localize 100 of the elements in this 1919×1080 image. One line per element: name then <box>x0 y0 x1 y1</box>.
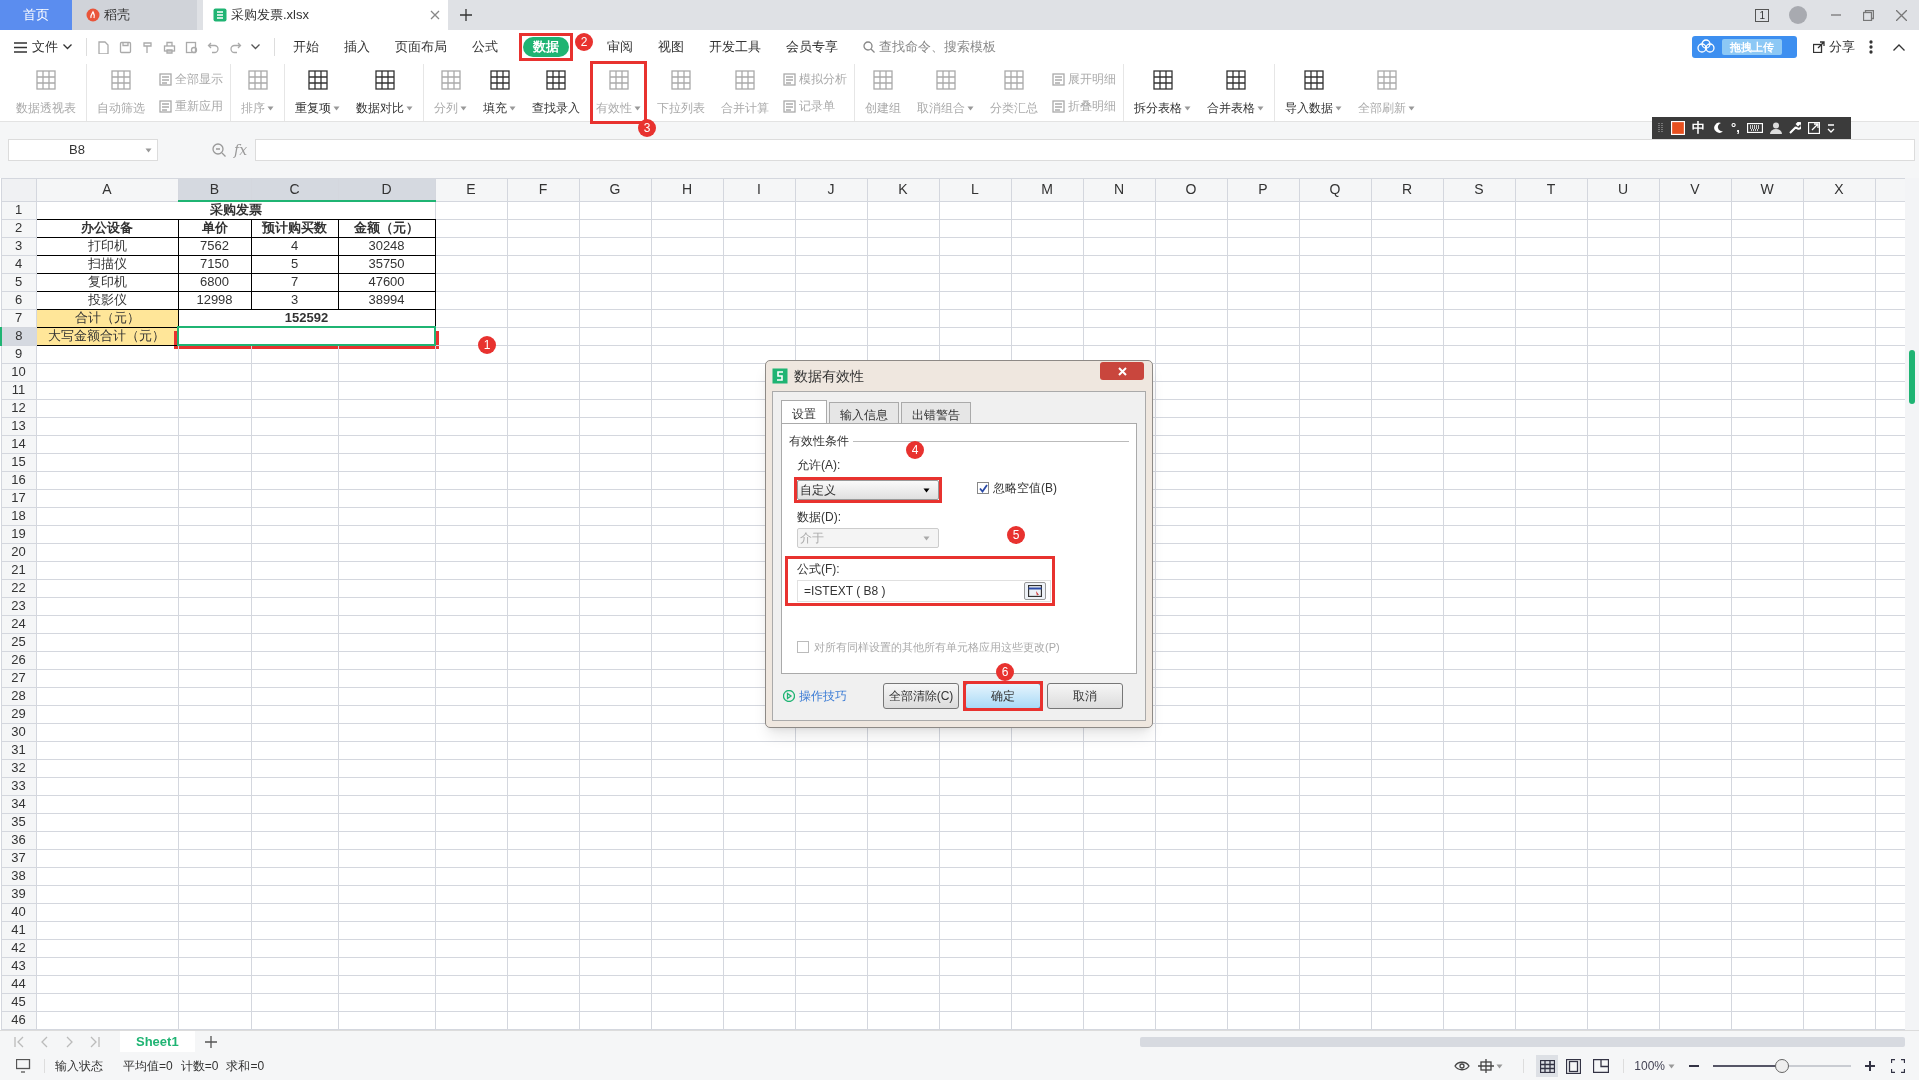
column-header[interactable]: E <box>435 178 507 201</box>
column-header[interactable]: F <box>507 178 579 201</box>
column-header[interactable]: X <box>1803 178 1875 201</box>
column-header[interactable]: R <box>1371 178 1443 201</box>
ribbon-button[interactable]: 导入数据 <box>1282 64 1345 121</box>
redo-icon[interactable] <box>229 40 242 54</box>
column-header[interactable]: H <box>651 178 723 201</box>
column-header[interactable]: V <box>1659 178 1731 201</box>
tips-link[interactable]: 操作技巧 <box>783 687 847 705</box>
dialog-tab[interactable]: 出错警告 <box>901 402 971 424</box>
column-header[interactable]: K <box>867 178 939 201</box>
normal-view-button[interactable] <box>1536 1055 1559 1077</box>
chevron-icon[interactable] <box>251 44 260 50</box>
dialog-button[interactable]: 取消 <box>1047 683 1123 709</box>
ribbon-tab[interactable]: 插入 <box>344 37 370 57</box>
avatar[interactable] <box>1789 6 1807 24</box>
dialog-tab[interactable]: 输入信息 <box>829 402 899 424</box>
column-header[interactable]: P <box>1227 178 1299 201</box>
column-header[interactable]: W <box>1731 178 1803 201</box>
column-header[interactable]: Q <box>1299 178 1371 201</box>
search-field[interactable]: 查找命令、搜索模板 <box>863 37 996 57</box>
eye-icon[interactable] <box>1454 1060 1471 1072</box>
column-header[interactable]: T <box>1515 178 1587 201</box>
column-header[interactable]: U <box>1587 178 1659 201</box>
file-icon[interactable] <box>97 40 110 54</box>
column-header[interactable]: M <box>1011 178 1083 201</box>
column-header[interactable]: O <box>1155 178 1227 201</box>
printer-icon[interactable] <box>163 40 176 54</box>
minus-icon[interactable] <box>1689 1064 1699 1068</box>
brush-icon[interactable] <box>141 40 154 54</box>
preview-icon[interactable] <box>185 40 198 54</box>
ribbon-button[interactable]: 重复项 <box>292 64 343 121</box>
ribbon-tab[interactable]: 审阅 <box>607 37 633 57</box>
close-button[interactable] <box>1100 362 1144 380</box>
ribbon-button[interactable]: 合并表格 <box>1204 64 1267 121</box>
punctuation-mode[interactable]: °, <box>1731 118 1740 138</box>
scrollbar-thumb[interactable] <box>1909 350 1915 404</box>
close-icon[interactable] <box>1896 9 1907 21</box>
formula-field[interactable]: =ISTEXT ( B8 ) <box>797 580 1051 602</box>
collapse-icon[interactable] <box>1893 43 1905 51</box>
zoom-level[interactable]: 100% <box>1634 1057 1665 1075</box>
ignore-blank-checkbox[interactable]: 忽略空值(B) <box>977 479 1057 497</box>
app-icon <box>772 368 788 384</box>
window-count-icon[interactable]: 1 <box>1755 8 1769 22</box>
document-tab[interactable]: 稻壳 <box>72 0 197 30</box>
close-icon <box>1117 366 1127 376</box>
dialog-tab[interactable]: 设置 <box>781 400 827 424</box>
column-header[interactable]: G <box>579 178 651 201</box>
ribbon-tab[interactable]: 公式 <box>472 37 498 57</box>
table-cell-text: 合计（元） <box>73 310 141 326</box>
column-header[interactable]: B <box>178 178 251 201</box>
formula-input[interactable] <box>255 139 1915 161</box>
horizontal-scrollbar[interactable] <box>1140 1036 1905 1047</box>
more-icon[interactable] <box>1869 40 1873 54</box>
ime-toolbar[interactable]: 中 °, <box>1652 117 1851 139</box>
file-menu[interactable]: 文件 <box>14 37 72 57</box>
ribbon-tab[interactable]: 开始 <box>293 37 319 57</box>
ribbon-button[interactable]: 填充 <box>480 64 519 121</box>
zoom-icon[interactable] <box>212 143 226 157</box>
column-header[interactable]: S <box>1443 178 1515 201</box>
next-icon[interactable] <box>64 1035 75 1048</box>
range-picker-button[interactable] <box>1024 582 1046 600</box>
table-cell-text: 152592 <box>283 309 330 326</box>
plus-icon[interactable] <box>1865 1061 1875 1071</box>
ribbon-tab[interactable]: 视图 <box>658 37 684 57</box>
caret-icon <box>634 105 641 111</box>
save-icon[interactable] <box>119 40 132 54</box>
column-header[interactable]: J <box>795 178 867 201</box>
monitor-icon[interactable] <box>16 1059 32 1073</box>
close-icon[interactable] <box>430 10 440 20</box>
ribbon-button[interactable]: 拆分表格 <box>1131 64 1194 121</box>
restore-icon[interactable] <box>1863 9 1874 21</box>
column-header[interactable]: I <box>723 178 795 201</box>
column-header[interactable]: A <box>36 178 178 201</box>
table-icon <box>1374 68 1399 92</box>
ribbon-tab[interactable]: 会员专享 <box>786 37 838 57</box>
last-icon[interactable] <box>89 1035 100 1048</box>
previous-icon[interactable] <box>39 1035 50 1048</box>
first-icon[interactable] <box>14 1035 25 1048</box>
name-box[interactable]: B8 <box>8 139 158 161</box>
zoom-slider-thumb[interactable] <box>1775 1059 1789 1073</box>
ribbon-tab[interactable]: 开发工具 <box>709 37 761 57</box>
dialog-button[interactable]: 全部清除(C) <box>883 683 959 709</box>
ribbon-button[interactable]: 数据对比 <box>353 64 416 121</box>
table-icon <box>372 68 397 92</box>
ribbon-button[interactable]: 查找录入 <box>529 64 583 121</box>
ribbon-tab[interactable]: 页面布局 <box>395 37 447 57</box>
column-header[interactable]: C <box>251 178 338 201</box>
page-layout-icon[interactable] <box>1566 1058 1582 1074</box>
share-button[interactable]: 分享 <box>1813 37 1855 57</box>
ime-mode[interactable]: 中 <box>1692 118 1705 138</box>
document-tab[interactable]: 采购发票.xlsx <box>203 0 448 30</box>
undo-icon[interactable] <box>207 40 220 54</box>
column-header[interactable]: L <box>939 178 1011 201</box>
plus-icon[interactable] <box>460 9 472 21</box>
page-break-icon[interactable] <box>1593 1059 1610 1073</box>
crosshair-icon[interactable] <box>1478 1059 1495 1073</box>
fullscreen-icon[interactable] <box>1891 1059 1905 1073</box>
column-header[interactable]: D <box>338 178 435 201</box>
column-header[interactable]: N <box>1083 178 1155 201</box>
